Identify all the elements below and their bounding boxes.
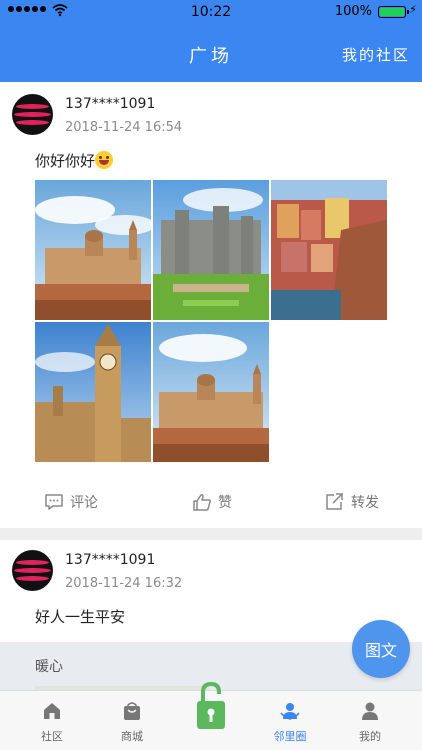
post-username[interactable]: 137****1091: [65, 552, 155, 568]
tab-mall-label: 商城: [121, 730, 143, 743]
thumbs-up-icon: [193, 494, 211, 511]
photo-thumbnail[interactable]: [35, 180, 151, 320]
avatar[interactable]: [12, 550, 53, 591]
person-icon: [362, 702, 378, 720]
post-actions: 评论 赞 转发: [0, 484, 422, 520]
tab-community[interactable]: 社区: [10, 691, 94, 750]
photo-thumbnail[interactable]: [271, 180, 387, 320]
comment-button[interactable]: 评论: [44, 492, 98, 512]
tab-neighbors[interactable]: 邻里圈: [248, 691, 332, 750]
unlock-icon[interactable]: [194, 681, 228, 731]
share-button[interactable]: 转发: [325, 492, 379, 512]
charging-bolt-icon: ⚡: [409, 3, 417, 16]
neighbors-icon: [280, 703, 300, 720]
app-screen: 10:22 100% ⚡ 广场 我的社区 137****1091 2018-11…: [0, 0, 422, 750]
shopping-bag-icon: [124, 702, 140, 720]
post-timestamp: 2018-11-24 16:32: [65, 576, 183, 591]
post-card[interactable]: 137****1091 2018-11-24 16:54 你好你好 评论 赞 转…: [0, 82, 422, 528]
like-label: 赞: [218, 495, 232, 511]
post-text: 好人一生平安: [35, 608, 126, 626]
battery-percentage: 100%: [334, 4, 372, 19]
photo-thumbnail[interactable]: [153, 322, 269, 462]
post-divider: [0, 528, 422, 540]
photo-thumbnail[interactable]: [153, 180, 269, 320]
share-label: 转发: [351, 495, 379, 511]
shared-content-label: 暖心: [35, 659, 63, 675]
smiling-face-emoji-icon: [95, 151, 114, 169]
post-text: 你好你好: [35, 150, 114, 171]
feed-list[interactable]: 137****1091 2018-11-24 16:54 你好你好 评论 赞 转…: [0, 82, 422, 690]
post-image-text-button[interactable]: 图文: [352, 620, 410, 678]
tab-mall[interactable]: 商城: [90, 691, 174, 750]
tab-bar: 社区 商城 邻里圈 我的: [0, 681, 422, 750]
tab-community-label: 社区: [41, 730, 63, 743]
status-bar: 10:22 100% ⚡: [0, 0, 422, 24]
share-icon: [326, 493, 343, 510]
my-community-link[interactable]: 我的社区: [342, 44, 410, 65]
photo-thumbnail[interactable]: [35, 322, 151, 462]
post-text-body: 你好你好: [35, 152, 96, 170]
nav-header: 广场 我的社区: [0, 24, 422, 82]
comment-icon: [45, 494, 63, 510]
post-username[interactable]: 137****1091: [65, 96, 155, 112]
home-icon: [44, 703, 60, 719]
tab-mine-label: 我的: [359, 730, 381, 743]
battery-icon: [378, 6, 409, 18]
post-timestamp: 2018-11-24 16:54: [65, 120, 183, 135]
tab-neighbors-label: 邻里圈: [273, 730, 307, 743]
like-button[interactable]: 赞: [192, 492, 232, 512]
avatar[interactable]: [12, 94, 53, 135]
comment-label: 评论: [70, 495, 98, 511]
tab-mine[interactable]: 我的: [328, 691, 412, 750]
